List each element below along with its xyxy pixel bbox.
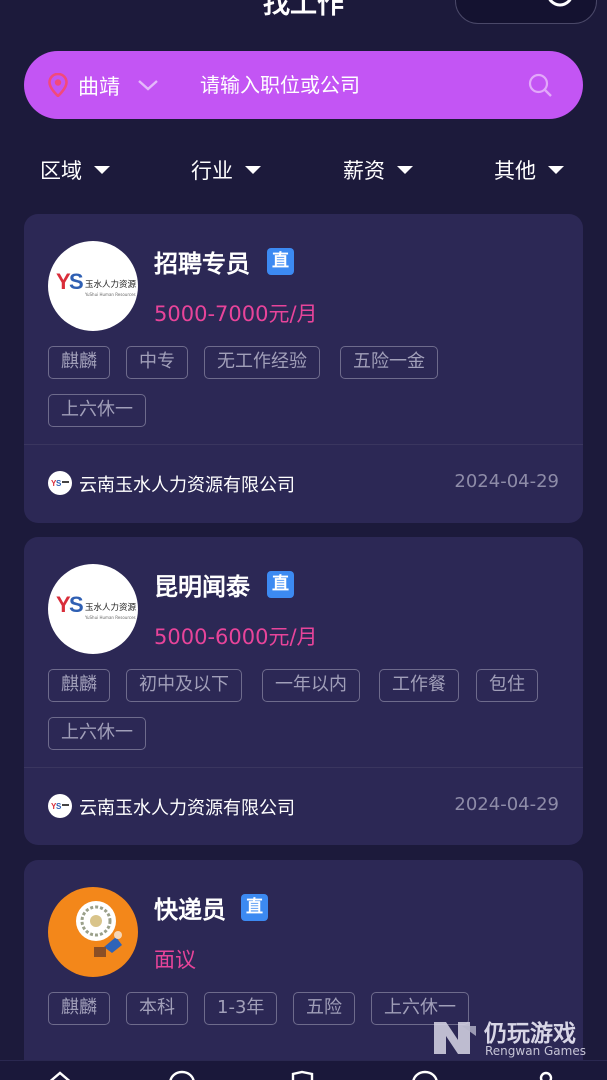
mini-program-capsule — [455, 0, 597, 24]
job-title: 招聘专员 — [154, 250, 250, 278]
search-bar: 曲靖 — [24, 51, 583, 119]
message-icon[interactable] — [167, 1069, 197, 1080]
company-logo-small: Y S — [48, 471, 72, 495]
caret-down-icon — [397, 166, 413, 174]
company-logo-small: Y S — [48, 794, 72, 818]
watermark: 仍玩游戏 Rengwan Games — [432, 1014, 602, 1064]
tag: 无工作经验 — [204, 346, 320, 379]
filter-industry[interactable]: 行业 — [191, 154, 261, 186]
post-date: 2024-04-29 — [454, 471, 559, 492]
svg-text:YuShui Human Resources: YuShui Human Resources — [84, 292, 136, 297]
direct-badge: 直 — [241, 894, 268, 921]
salary: 5000-7000元/月 — [154, 302, 318, 326]
watermark-title: 仍玩游戏 — [484, 1021, 576, 1047]
tag: 一年以内 — [262, 669, 360, 702]
tag: 麒麟 — [48, 669, 110, 702]
company-logo: Y S 玉水人力资源 YuShui Human Resources — [48, 564, 138, 654]
tag: 上六休一 — [48, 394, 146, 427]
job-search-page: 找工作 曲靖 请输入职位或公司 区域 行业 薪资 其他 Y S 玉水人力资源 Y… — [0, 0, 607, 1080]
tag: 中专 — [126, 346, 188, 379]
bottom-tab-bar — [0, 1060, 607, 1080]
tag: 1-3年 — [204, 992, 278, 1025]
company-name[interactable]: 云南玉水人力资源有限公司 — [79, 794, 295, 820]
tag: 工作餐 — [379, 669, 459, 702]
filter-salary[interactable]: 薪资 — [343, 154, 413, 186]
direct-badge: 直 — [267, 248, 294, 275]
watermark-subtitle: Rengwan Games — [485, 1044, 586, 1058]
job-title: 昆明闻泰 — [154, 573, 250, 601]
search-input[interactable] — [200, 64, 520, 106]
svg-text:S: S — [69, 269, 84, 294]
svg-text:玉水人力资源: 玉水人力资源 — [85, 279, 137, 290]
salary: 5000-6000元/月 — [154, 625, 318, 649]
tag: 本科 — [126, 992, 188, 1025]
rengwan-logo-icon — [432, 1018, 478, 1058]
bookmark-icon[interactable] — [288, 1069, 318, 1080]
company-logo — [48, 887, 138, 977]
direct-badge: 直 — [267, 571, 294, 598]
job-title: 快递员 — [154, 896, 226, 924]
company-name[interactable]: 云南玉水人力资源有限公司 — [79, 471, 295, 497]
divider — [24, 767, 583, 768]
job-card[interactable]: Y S 玉水人力资源 YuShui Human Resources 昆明闻泰 直… — [24, 537, 583, 845]
svg-text:S: S — [56, 802, 62, 811]
divider — [24, 444, 583, 445]
company-logo: Y S 玉水人力资源 YuShui Human Resources — [48, 241, 138, 331]
tag: 上六休一 — [48, 717, 146, 750]
post-date: 2024-04-29 — [454, 794, 559, 815]
svg-text:S: S — [56, 479, 62, 488]
home-icon[interactable] — [45, 1069, 75, 1080]
filter-region[interactable]: 区域 — [40, 154, 110, 186]
svg-text:玉水人力资源: 玉水人力资源 — [85, 602, 137, 613]
job-card[interactable]: Y S 玉水人力资源 YuShui Human Resources 招聘专员 直… — [24, 214, 583, 523]
tag: 初中及以下 — [126, 669, 242, 702]
discover-icon[interactable] — [410, 1069, 440, 1080]
tag: 五险 — [293, 992, 355, 1025]
caret-down-icon — [245, 166, 261, 174]
svg-text:YuShui Human Resources: YuShui Human Resources — [84, 615, 136, 620]
profile-icon[interactable] — [531, 1069, 561, 1080]
caret-down-icon — [94, 166, 110, 174]
tag: 麒麟 — [48, 346, 110, 379]
caret-down-icon — [548, 166, 564, 174]
svg-text:S: S — [69, 592, 84, 617]
location-pin-icon[interactable] — [48, 72, 68, 98]
search-icon[interactable] — [527, 72, 553, 98]
salary: 面议 — [154, 948, 196, 972]
tag: 麒麟 — [48, 992, 110, 1025]
chevron-down-icon[interactable] — [136, 75, 160, 95]
tag: 包住 — [476, 669, 538, 702]
target-icon[interactable] — [544, 0, 576, 9]
filter-bar: 区域 行业 薪资 其他 — [0, 148, 607, 192]
tag: 五险一金 — [340, 346, 438, 379]
filter-other[interactable]: 其他 — [494, 154, 564, 186]
header: 找工作 — [0, 0, 607, 40]
city-selector[interactable]: 曲靖 — [78, 71, 120, 101]
